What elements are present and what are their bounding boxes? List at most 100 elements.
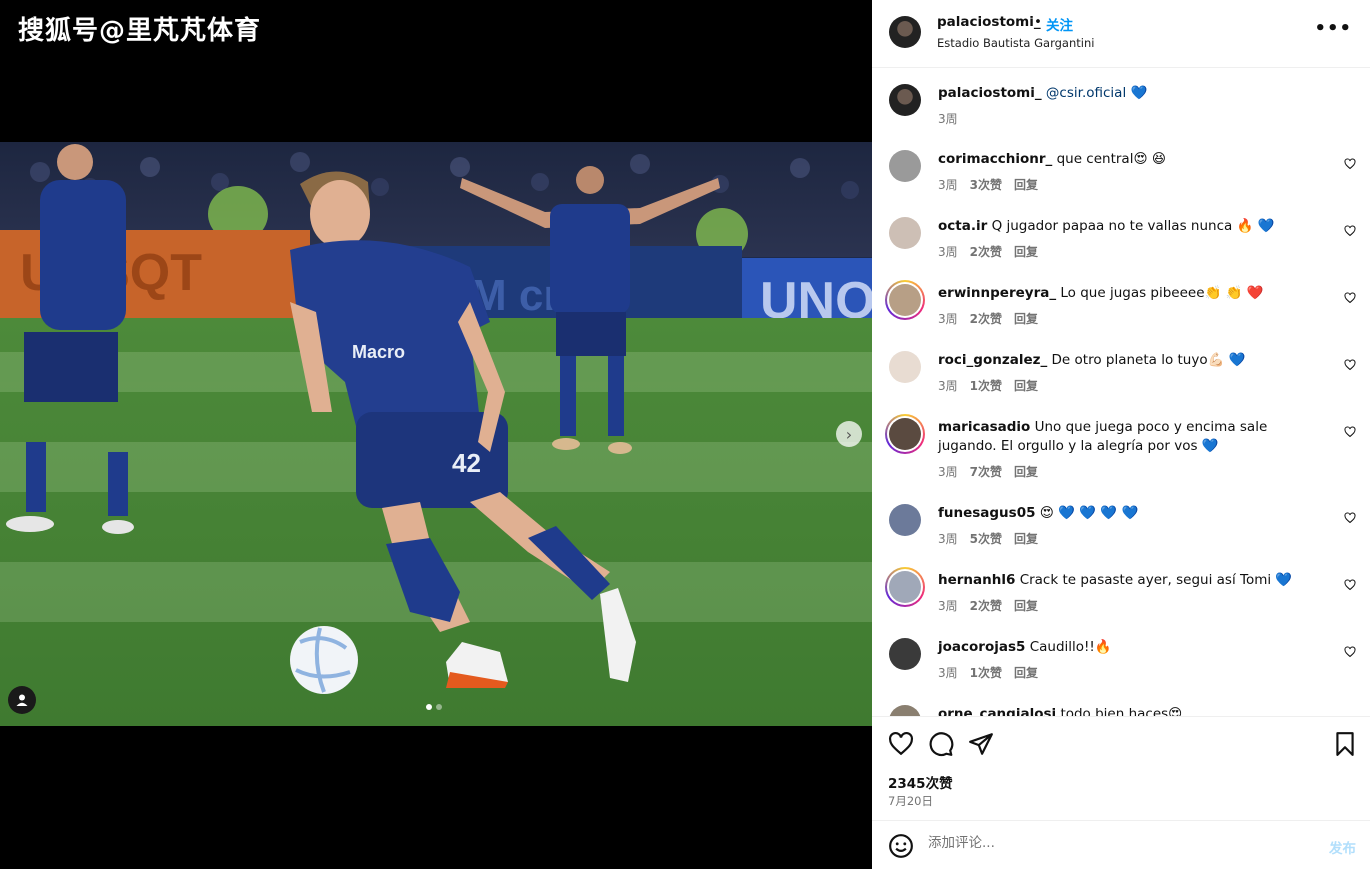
author-avatar[interactable] — [889, 16, 921, 48]
comment-username[interactable]: roci_gonzalez_ — [938, 352, 1047, 368]
football-scene: UUSQT M cro UNO — [0, 142, 872, 726]
comment-icon[interactable] — [928, 731, 954, 757]
comment-meta: 3周 2次赞 回复 — [938, 597, 1038, 614]
tagged-users-button[interactable] — [8, 686, 36, 714]
heart-icon[interactable] — [1344, 512, 1356, 524]
reply-button[interactable]: 回复 — [1014, 463, 1038, 480]
carousel-dot-active — [426, 704, 432, 710]
follow-button[interactable]: 关注 — [1046, 14, 1073, 34]
reply-button[interactable]: 回复 — [1014, 176, 1038, 193]
comment-meta: 3周 5次赞 回复 — [938, 530, 1038, 547]
comment-time: 3周 — [938, 312, 958, 326]
carousel-dot — [436, 704, 442, 710]
comment-likes[interactable]: 5次赞 — [970, 530, 1002, 547]
comment-time: 3周 — [938, 178, 958, 192]
bookmark-icon[interactable] — [1332, 731, 1358, 757]
svg-text:Macro: Macro — [352, 342, 405, 362]
reply-button[interactable]: 回复 — [1014, 597, 1038, 614]
emoji-icon[interactable] — [888, 833, 914, 859]
caption-meta: 3周 — [938, 110, 958, 127]
comment-text: octa.ir Q jugador papaa no te vallas nun… — [938, 217, 1328, 236]
location-link[interactable]: Estadio Bautista Gargantini — [937, 36, 1094, 50]
commenter-avatar[interactable] — [889, 504, 921, 536]
heart-icon[interactable] — [1344, 426, 1356, 438]
post-comment-button[interactable]: 发布 — [1329, 837, 1356, 857]
comment-meta: 3周 1次赞 回复 — [938, 664, 1038, 681]
comment-body: todo bien haces😍 — [1060, 706, 1183, 716]
reply-button[interactable]: 回复 — [1014, 530, 1038, 547]
comment-username[interactable]: erwinnpereyra_ — [938, 285, 1056, 301]
media-pane: 搜狐号@里芃芃体育 M cro UNO 42 Macro › — [0, 0, 872, 869]
commenter-avatar[interactable] — [889, 418, 921, 450]
heart-icon[interactable] — [1344, 292, 1356, 304]
comment-username[interactable]: corimacchionr_ — [938, 151, 1052, 167]
comment-meta: 3周 7次赞 回复 — [938, 463, 1038, 480]
post-header: palaciostomi_ • 关注 Estadio Bautista Garg… — [872, 0, 1370, 68]
comment-likes[interactable]: 2次赞 — [970, 310, 1002, 327]
commenter-avatar[interactable] — [889, 284, 921, 316]
reply-button[interactable]: 回复 — [1014, 377, 1038, 394]
comment-likes[interactable]: 7次赞 — [970, 463, 1002, 480]
comment-body: que central😍 😆 — [1056, 151, 1166, 167]
comment-likes[interactable]: 2次赞 — [970, 597, 1002, 614]
svg-text:42: 42 — [452, 448, 481, 478]
heart-icon[interactable] — [1344, 158, 1356, 170]
commenter-avatar[interactable] — [889, 571, 921, 603]
carousel-next-button[interactable]: › — [836, 421, 862, 447]
caption-emoji: 💙 — [1130, 85, 1148, 101]
user-tag-icon — [16, 694, 28, 706]
caption-username[interactable]: palaciostomi_ — [938, 85, 1042, 101]
heart-icon[interactable] — [1344, 579, 1356, 591]
commenter-avatar[interactable] — [889, 217, 921, 249]
caption-text: palaciostomi_ @csir.oficial 💙 — [938, 84, 1328, 103]
comment-text: erwinnpereyra_ Lo que jugas pibeeee👏 👏 ❤… — [938, 284, 1328, 303]
author-avatar[interactable] — [889, 84, 921, 116]
heart-icon[interactable] — [888, 731, 914, 757]
comment-likes[interactable]: 1次赞 — [970, 664, 1002, 681]
comment-body: Q jugador papaa no te vallas nunca 🔥 💙 — [991, 218, 1275, 234]
comment-meta: 3周 3次赞 回复 — [938, 176, 1038, 193]
commenter-avatar[interactable] — [889, 705, 921, 716]
more-horizontal-icon[interactable]: ••• — [1314, 18, 1352, 39]
heart-icon[interactable] — [1344, 225, 1356, 237]
comment-time: 3周 — [938, 666, 958, 680]
carousel-indicator — [426, 704, 442, 710]
reply-button[interactable]: 回复 — [1014, 243, 1038, 260]
like-count[interactable]: 2345次赞 — [888, 772, 953, 792]
comment-text: joacorojas5 Caudillo!!🔥 — [938, 638, 1328, 657]
comment-composer: 发布 — [872, 820, 1370, 869]
commenter-avatar[interactable] — [889, 150, 921, 182]
comment-input[interactable] — [928, 835, 1308, 851]
share-icon[interactable] — [968, 731, 994, 757]
comment-meta: 3周 2次赞 回复 — [938, 310, 1038, 327]
reply-button[interactable]: 回复 — [1014, 664, 1038, 681]
comment-username[interactable]: funesagus05 — [938, 505, 1036, 521]
comment-text: maricasadio Uno que juega poco y encima … — [938, 418, 1328, 456]
comment-meta: 3周 1次赞 回复 — [938, 377, 1038, 394]
comment-username[interactable]: orne_cangialosi — [938, 706, 1056, 716]
comment-body: Crack te pasaste ayer, segui así Tomi 💙 — [1019, 572, 1293, 588]
watermark: 搜狐号@里芃芃体育 — [18, 16, 262, 46]
comment-body: Lo que jugas pibeeee👏 👏 ❤️ — [1060, 285, 1264, 301]
comment-likes[interactable]: 2次赞 — [970, 243, 1002, 260]
comment-text: orne_cangialosi todo bien haces😍 — [938, 705, 1328, 716]
comment-username[interactable]: hernanhl6 — [938, 572, 1015, 588]
commenter-avatar[interactable] — [889, 638, 921, 670]
comment-time: 3周 — [938, 599, 958, 613]
caption-mention[interactable]: @csir.oficial — [1046, 85, 1126, 101]
comment-likes[interactable]: 1次赞 — [970, 377, 1002, 394]
reply-button[interactable]: 回复 — [1014, 310, 1038, 327]
heart-icon[interactable] — [1344, 646, 1356, 658]
comment-text: corimacchionr_ que central😍 😆 — [938, 150, 1328, 169]
comment-username[interactable]: maricasadio — [938, 419, 1030, 435]
comment-likes[interactable]: 3次赞 — [970, 176, 1002, 193]
author-username[interactable]: palaciostomi_ — [937, 14, 1041, 30]
commenter-avatar[interactable] — [889, 351, 921, 383]
comments-list[interactable]: palaciostomi_ @csir.oficial 💙 3周 corimac… — [872, 68, 1370, 716]
caption-time[interactable]: 3周 — [938, 110, 958, 127]
heart-icon[interactable] — [1344, 359, 1356, 371]
comment-username[interactable]: octa.ir — [938, 218, 987, 234]
post-photo[interactable]: UUSQT M cro UNO — [0, 142, 872, 726]
comment-username[interactable]: joacorojas5 — [938, 639, 1025, 655]
comment-time: 3周 — [938, 379, 958, 393]
